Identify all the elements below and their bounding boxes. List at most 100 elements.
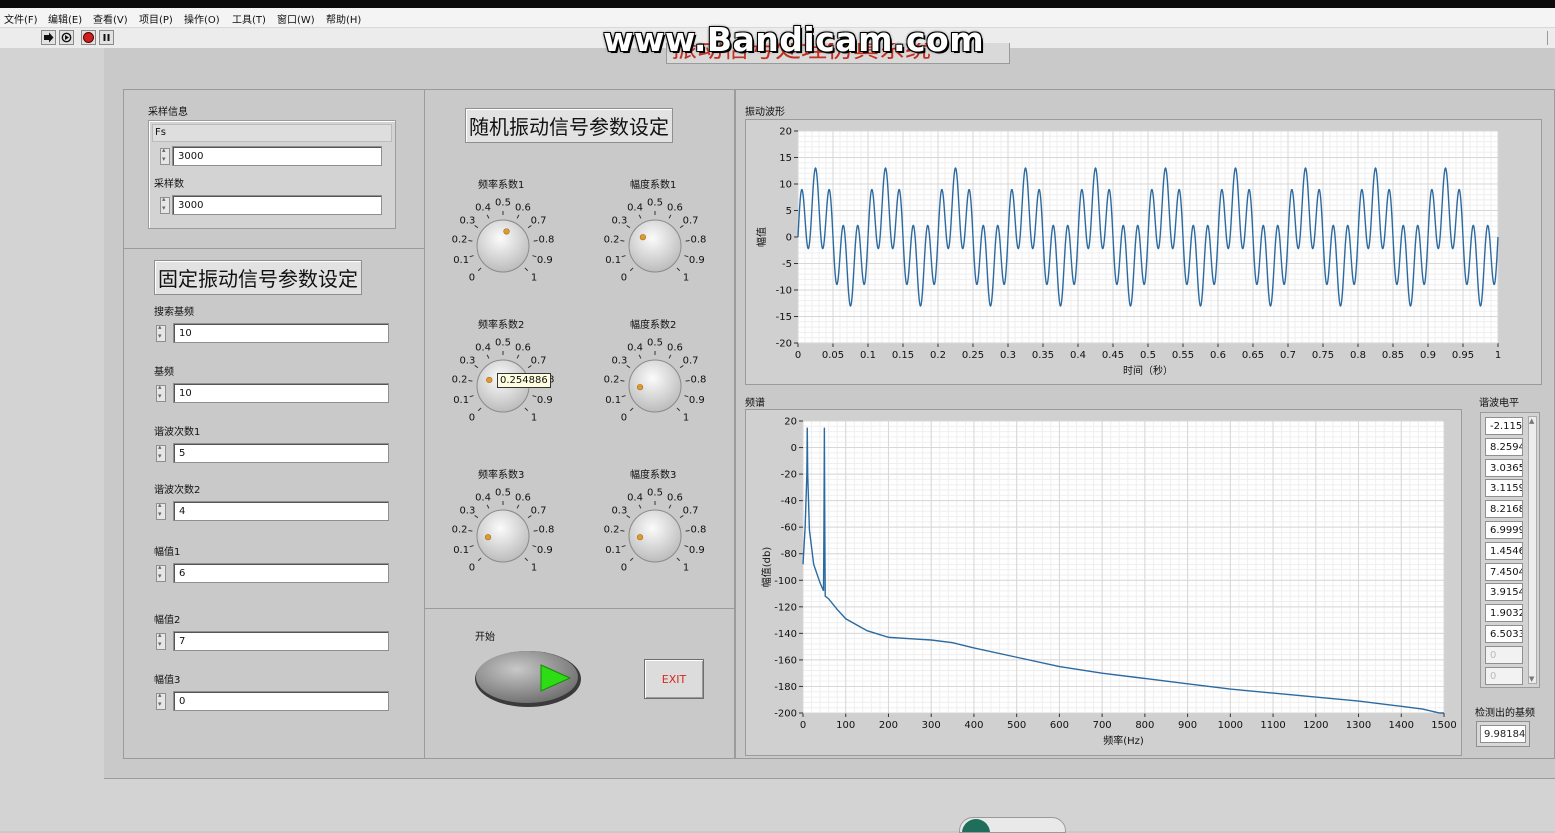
- x-tick-label: 0.6: [1210, 350, 1226, 361]
- knob-indicator: [486, 376, 493, 384]
- fixed-field-input[interactable]: 6: [173, 563, 389, 583]
- fs-spinner[interactable]: [160, 146, 170, 165]
- knob-tick: [532, 545, 537, 548]
- fixed-field-spinner[interactable]: [156, 691, 166, 710]
- sample-count-input[interactable]: 3000: [172, 195, 382, 215]
- x-tick-label: 0.15: [892, 350, 914, 361]
- knob-tick: [629, 407, 634, 412]
- x-tick-label: 0.45: [1102, 350, 1124, 361]
- harmonics-scrollbar[interactable]: ▲ ▼: [1528, 416, 1537, 684]
- harmonic-cell[interactable]: 1.9032: [1485, 604, 1523, 623]
- x-tick-label: 0.5: [1140, 350, 1156, 361]
- y-tick-label: -60: [781, 523, 797, 534]
- knob-scale-label: 0.1: [605, 545, 621, 556]
- fixed-field-input[interactable]: 10: [173, 383, 389, 403]
- menu-operate[interactable]: 操作(O): [184, 11, 220, 26]
- knob-tick: [477, 267, 482, 272]
- fs-control: 3000: [160, 146, 384, 168]
- x-tick-label: 900: [1178, 720, 1197, 731]
- knob-scale-label: 0.6: [667, 492, 683, 503]
- menu-window[interactable]: 窗口(W): [277, 11, 315, 26]
- spectrum-label: 频谱: [745, 398, 765, 409]
- harmonic-cell[interactable]: 8.2168: [1485, 500, 1523, 519]
- scroll-down-icon[interactable]: ▼: [1529, 675, 1534, 683]
- scroll-up-icon[interactable]: ▲: [1529, 417, 1534, 425]
- knob-tick: [629, 267, 634, 272]
- x-tick-label: 0.9: [1420, 350, 1436, 361]
- harmonic-cell[interactable]: 6.5033: [1485, 625, 1523, 643]
- y-tick-label: -20: [781, 470, 797, 481]
- knob-scale-label: 0.2: [452, 235, 468, 246]
- fixed-field-control: 5: [156, 443, 390, 465]
- menu-help[interactable]: 帮助(H): [326, 11, 361, 26]
- menu-tools[interactable]: 工具(T): [232, 11, 266, 26]
- knob[interactable]: 00.1 0.2 0.30.4 0.5 0.60.7 0.8 0.91: [595, 481, 715, 591]
- fixed-field-spinner[interactable]: [156, 563, 166, 582]
- knob-scale-label: 0.2: [452, 375, 468, 386]
- menu-edit[interactable]: 编辑(E): [48, 11, 82, 26]
- harmonic-cell[interactable]: 6.9999: [1485, 521, 1523, 539]
- knob-tick: [668, 504, 672, 509]
- knob-scale-label: 0.7: [683, 356, 699, 367]
- fixed-field-control: 7: [156, 631, 390, 653]
- fixed-field-input[interactable]: 0: [173, 691, 389, 711]
- knob[interactable]: 00.1 0.2 0.30.4 0.5 0.60.7 0.8 0.91: [595, 191, 715, 301]
- x-tick-label: 0.3: [1000, 350, 1016, 361]
- harmonic-cell[interactable]: 8.2594: [1485, 437, 1523, 456]
- fixed-field-label: 幅值3: [154, 675, 181, 686]
- harmonic-cell[interactable]: -2.1158: [1485, 417, 1523, 435]
- fixed-field-input[interactable]: 4: [173, 501, 389, 521]
- fixed-field-spinner[interactable]: [156, 323, 166, 342]
- spectrum-chart[interactable]: 0 100 200 300 400 500 600 700 800 900 1000 1100 1200…: [746, 410, 1463, 757]
- harmonics-cells: -2.1158 8.2594 3.0365 3.1159 8.2168 6.9999 1.4…: [1485, 417, 1525, 685]
- fixed-field-spinner[interactable]: [156, 383, 166, 402]
- knob-scale-label: 0.4: [475, 492, 491, 503]
- harmonic-cell[interactable]: 7.4504: [1485, 562, 1523, 581]
- knob-scale-label: 0.6: [667, 202, 683, 213]
- knob-tick: [684, 255, 689, 258]
- fixed-field-spinner[interactable]: [156, 443, 166, 462]
- sampling-group-label: 采样信息: [148, 107, 188, 118]
- knob[interactable]: 00.1 0.2 0.30.4 0.5 0.60.7 0.8 0.91: [595, 331, 715, 441]
- fixed-field-control: 10: [156, 323, 390, 345]
- x-tick-label: 0.1: [860, 350, 876, 361]
- fs-input[interactable]: 3000: [172, 146, 382, 166]
- waveform-chart[interactable]: 0 0.05 0.1 0.15 0.2 0.25 0.3 0.35 0.4 0.45 0.5 0.55…: [746, 120, 1543, 386]
- x-axis-label: 时间（秒）: [1123, 364, 1173, 377]
- fixed-field-label: 幅值1: [154, 547, 181, 558]
- harmonic-cell[interactable]: 0: [1485, 645, 1523, 664]
- menu-view[interactable]: 查看(V): [93, 11, 128, 26]
- knob-scale-label: 1: [531, 273, 537, 284]
- start-button[interactable]: [473, 648, 583, 708]
- run-continuous-icon[interactable]: [59, 30, 74, 45]
- knob-label: 频率系数1: [478, 180, 525, 191]
- menu-project[interactable]: 项目(P): [139, 11, 173, 26]
- fixed-field-spinner[interactable]: [156, 501, 166, 520]
- knob-tick: [684, 395, 689, 398]
- fixed-field-input[interactable]: 7: [173, 631, 389, 651]
- harmonic-cell[interactable]: 3.1159: [1485, 479, 1523, 498]
- menu-file[interactable]: 文件(F): [4, 11, 38, 26]
- knob-tick: [685, 530, 690, 532]
- knob[interactable]: 00.1 0.2 0.30.4 0.5 0.60.7 0.8 0.91: [443, 191, 563, 301]
- fixed-field-input[interactable]: 10: [173, 323, 389, 343]
- knob-label: 幅度系数2: [630, 320, 677, 331]
- run-arrow-icon[interactable]: [41, 30, 56, 45]
- pause-icon[interactable]: [99, 30, 114, 45]
- abort-icon[interactable]: [81, 30, 96, 45]
- fixed-field-input[interactable]: 5: [173, 443, 389, 463]
- harmonic-cell[interactable]: 3.0365: [1485, 458, 1523, 477]
- knob-label: 幅度系数3: [630, 470, 677, 481]
- knob[interactable]: 00.1 0.2 0.30.4 0.5 0.60.7 0.8 0.91: [443, 481, 563, 591]
- harmonic-cell[interactable]: 0: [1485, 666, 1523, 685]
- knob-tick: [469, 255, 474, 258]
- knob-scale-label: 0.3: [459, 506, 475, 517]
- knob-tick: [621, 395, 626, 398]
- sample-count-spinner[interactable]: [160, 195, 170, 214]
- knob-tick: [468, 240, 473, 242]
- fixed-field-spinner[interactable]: [156, 631, 166, 650]
- harmonic-cell[interactable]: 3.9154: [1485, 583, 1523, 602]
- harmonic-cell[interactable]: 1.4546: [1485, 541, 1523, 560]
- exit-button[interactable]: EXIT: [644, 659, 704, 699]
- knob-scale-label: 0.8: [539, 235, 555, 246]
